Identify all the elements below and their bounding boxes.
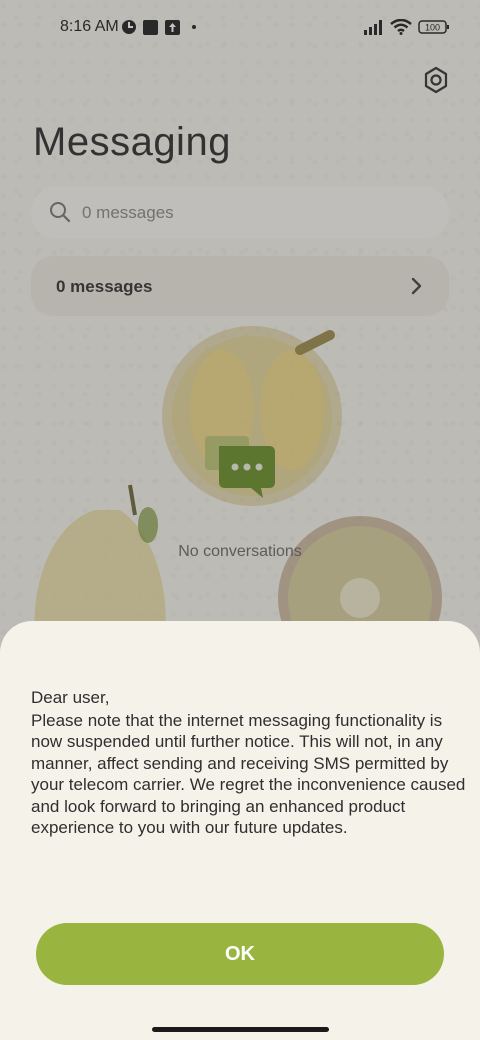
dialog-greeting: Dear user, (31, 688, 110, 707)
dialog-body: Please note that the internet messaging … (31, 711, 466, 838)
ok-button[interactable]: OK (36, 923, 444, 985)
home-indicator[interactable] (152, 1027, 329, 1032)
notice-dialog: Dear user, Please note that the internet… (0, 621, 480, 1040)
